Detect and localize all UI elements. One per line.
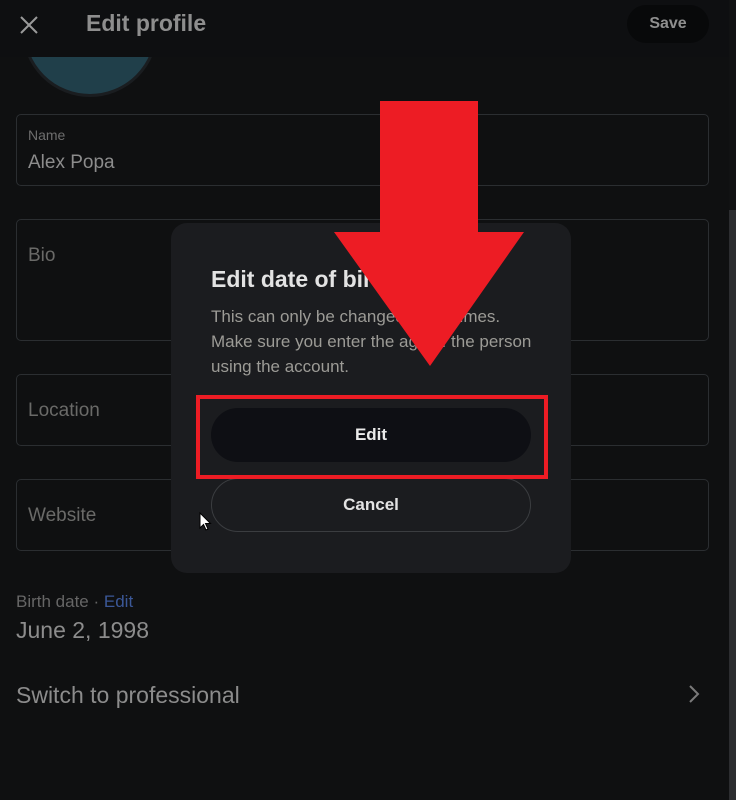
birth-date-edit-link[interactable]: Edit <box>104 592 133 611</box>
switch-to-professional[interactable]: Switch to professional <box>0 670 729 720</box>
close-icon <box>20 16 38 34</box>
switch-to-professional-label: Switch to professional <box>16 682 240 708</box>
dialog-title: Edit date of birth? <box>211 266 408 292</box>
birth-date-label: Birth date · Edit <box>16 592 133 612</box>
website-placeholder: Website <box>28 505 97 526</box>
header: Edit profile Save <box>0 0 729 57</box>
close-button[interactable] <box>12 8 46 42</box>
name-value: Alex Popa <box>28 152 115 173</box>
mouse-cursor-icon <box>199 512 212 531</box>
dialog-cancel-button[interactable]: Cancel <box>211 478 531 532</box>
save-button[interactable]: Save <box>627 5 709 43</box>
birth-date-value: June 2, 1998 <box>16 617 150 643</box>
scrollbar-thumb[interactable] <box>729 210 736 800</box>
page-title: Edit profile <box>86 10 207 36</box>
name-field[interactable]: Name Alex Popa <box>16 114 709 186</box>
birth-date-label-text: Birth date <box>16 592 89 611</box>
bio-placeholder: Bio <box>28 245 56 266</box>
chevron-right-icon <box>689 685 700 703</box>
scrollbar[interactable] <box>729 0 736 800</box>
annotation-highlight-box <box>196 395 548 479</box>
separator: · <box>88 592 104 611</box>
dialog-body: This can only be changed a few times. Ma… <box>211 307 532 376</box>
location-placeholder: Location <box>28 400 100 421</box>
name-label: Name <box>28 127 66 143</box>
